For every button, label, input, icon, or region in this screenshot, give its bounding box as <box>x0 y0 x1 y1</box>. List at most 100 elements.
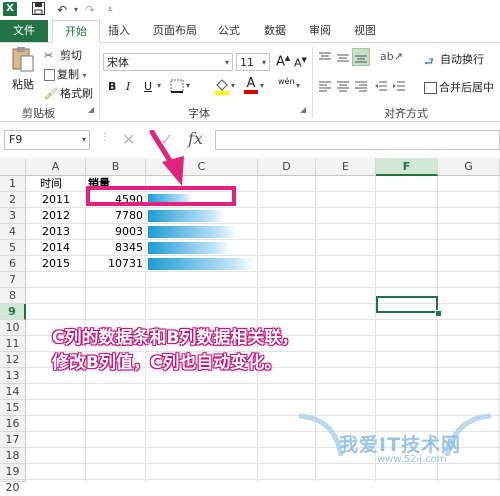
clipboard-group-label: 剪贴板 <box>22 107 55 120</box>
increase-indent-icon <box>393 81 405 91</box>
sales-cell[interactable]: 10731 <box>86 256 143 272</box>
row-header-selected[interactable]: 9 <box>0 304 26 320</box>
selected-cell-f9[interactable] <box>376 296 438 313</box>
row-header[interactable]: 3 <box>0 208 26 224</box>
align-middle-button[interactable] <box>336 51 350 68</box>
insert-function-button[interactable]: fx <box>188 129 203 148</box>
chevron-down-icon: ▾ <box>81 135 86 144</box>
select-all-corner[interactable] <box>0 158 26 176</box>
borders-dropdown-icon[interactable]: ▾ <box>186 81 190 90</box>
tab-data[interactable]: 数据 <box>260 20 290 42</box>
redo-icon[interactable]: ↷ <box>82 2 98 18</box>
sales-cell[interactable]: 8345 <box>86 240 143 256</box>
row-header[interactable]: 11 <box>0 336 26 352</box>
align-center-button[interactable] <box>336 79 350 96</box>
underline-dropdown-icon[interactable]: ▾ <box>157 81 161 90</box>
row-header[interactable]: 6 <box>0 256 26 272</box>
tab-file[interactable]: 文件 <box>0 20 48 42</box>
cancel-button[interactable]: ✕ <box>122 130 135 149</box>
column-header-f[interactable]: F <box>376 158 438 176</box>
customize-qat-icon[interactable]: ⩡ <box>102 2 118 18</box>
font-color-button[interactable]: A <box>244 77 258 94</box>
row-header[interactable]: 7 <box>0 272 26 288</box>
font-color-dropdown-icon[interactable]: ▾ <box>260 81 264 90</box>
format-painter-label: 格式刷 <box>60 87 93 100</box>
name-box[interactable]: F9 ▾ <box>4 130 90 150</box>
column-header-g[interactable]: G <box>438 158 500 176</box>
format-painter-button[interactable]: 🖌 格式刷 <box>44 85 93 101</box>
watermark-url: www.52ij.com <box>377 454 447 465</box>
align-left-button[interactable] <box>318 79 332 96</box>
row-header[interactable]: 10 <box>0 320 26 336</box>
row-header[interactable]: 19 <box>0 464 26 480</box>
column-header-a[interactable]: A <box>26 158 86 176</box>
bold-button[interactable]: B <box>108 80 116 93</box>
tab-review[interactable]: 审阅 <box>305 20 335 42</box>
clipboard-launcher-icon[interactable]: ◢ <box>88 105 94 114</box>
year-cell[interactable]: 2014 <box>42 240 70 256</box>
font-launcher-icon[interactable]: ◢ <box>300 105 306 114</box>
row-header[interactable]: 17 <box>0 432 26 448</box>
fill-color-dropdown-icon[interactable]: ▾ <box>231 81 235 90</box>
italic-button[interactable]: I <box>126 80 130 93</box>
save-icon[interactable] <box>30 2 46 18</box>
row-header[interactable]: 13 <box>0 368 26 384</box>
tab-view[interactable]: 视图 <box>350 20 380 42</box>
year-cell[interactable]: 2012 <box>42 208 70 224</box>
paste-button[interactable]: 粘贴 <box>8 45 38 92</box>
row-header[interactable]: 16 <box>0 416 26 432</box>
fill-color-button[interactable] <box>214 77 230 98</box>
chevron-down-icon: ▾ <box>224 58 229 67</box>
tab-formulas[interactable]: 公式 <box>214 20 244 42</box>
year-cell[interactable]: 2011 <box>42 192 70 208</box>
row-header[interactable]: 15 <box>0 400 26 416</box>
borders-button[interactable] <box>170 79 184 96</box>
cut-button[interactable]: ✂ 剪切 <box>44 47 82 63</box>
orientation-button[interactable]: ab↗ <box>380 50 403 63</box>
align-right-button[interactable] <box>354 79 368 96</box>
fill-handle[interactable] <box>435 310 442 317</box>
paste-dropdown-icon[interactable]: ▾ <box>28 79 32 88</box>
row-header[interactable]: 1 <box>0 176 26 192</box>
tab-home[interactable]: 开始 <box>52 20 100 43</box>
year-cell[interactable]: 2013 <box>42 224 70 240</box>
row-header[interactable]: 2 <box>0 192 26 208</box>
underline-button[interactable]: U <box>144 80 152 93</box>
borders-icon <box>170 79 184 93</box>
merge-center-button[interactable]: 合并后居中 <box>424 79 494 95</box>
column-header-e[interactable]: E <box>316 158 376 176</box>
annotation-text: C列的数据条和B列数据相关联， 修改B列值，C列也自动变化。 <box>52 326 298 376</box>
copy-icon <box>44 69 55 81</box>
column-header-b[interactable]: B <box>86 158 146 176</box>
font-name-combo[interactable]: 宋体 ▾ <box>103 53 233 71</box>
phonetic-dropdown-icon[interactable]: ▾ <box>296 81 300 90</box>
decrease-indent-button[interactable] <box>374 79 388 96</box>
highlight-box <box>86 186 236 206</box>
increase-indent-button[interactable] <box>392 79 406 96</box>
grow-font-button[interactable]: A▲ <box>276 54 290 69</box>
copy-button[interactable]: 复制 ▾ <box>44 66 87 82</box>
wrap-text-button[interactable]: ⮐ 自动换行 <box>424 51 484 68</box>
align-top-button[interactable] <box>318 51 332 68</box>
year-cell[interactable]: 2015 <box>42 256 70 272</box>
font-size-combo[interactable]: 11 ▾ <box>236 53 270 71</box>
header-cell-time[interactable]: 时间 <box>40 176 62 192</box>
column-header-d[interactable]: D <box>258 158 316 176</box>
gridline <box>26 319 500 320</box>
shrink-font-button[interactable]: A▼ <box>294 56 307 70</box>
separator <box>99 47 100 117</box>
formula-input[interactable] <box>215 130 500 150</box>
row-header[interactable]: 5 <box>0 240 26 256</box>
sales-cell[interactable]: 9003 <box>86 224 143 240</box>
row-header[interactable]: 14 <box>0 384 26 400</box>
row-header[interactable]: 18 <box>0 448 26 464</box>
row-header[interactable]: 8 <box>0 288 26 304</box>
align-bottom-button[interactable] <box>352 48 370 66</box>
row-header[interactable]: 4 <box>0 224 26 240</box>
cut-label: 剪切 <box>60 49 82 62</box>
row-header[interactable]: 12 <box>0 352 26 368</box>
tab-insert[interactable]: 插入 <box>104 20 134 42</box>
tab-page-layout[interactable]: 页面布局 <box>147 20 203 42</box>
sales-cell[interactable]: 7780 <box>86 208 143 224</box>
phonetic-button[interactable]: wén <box>278 77 295 86</box>
